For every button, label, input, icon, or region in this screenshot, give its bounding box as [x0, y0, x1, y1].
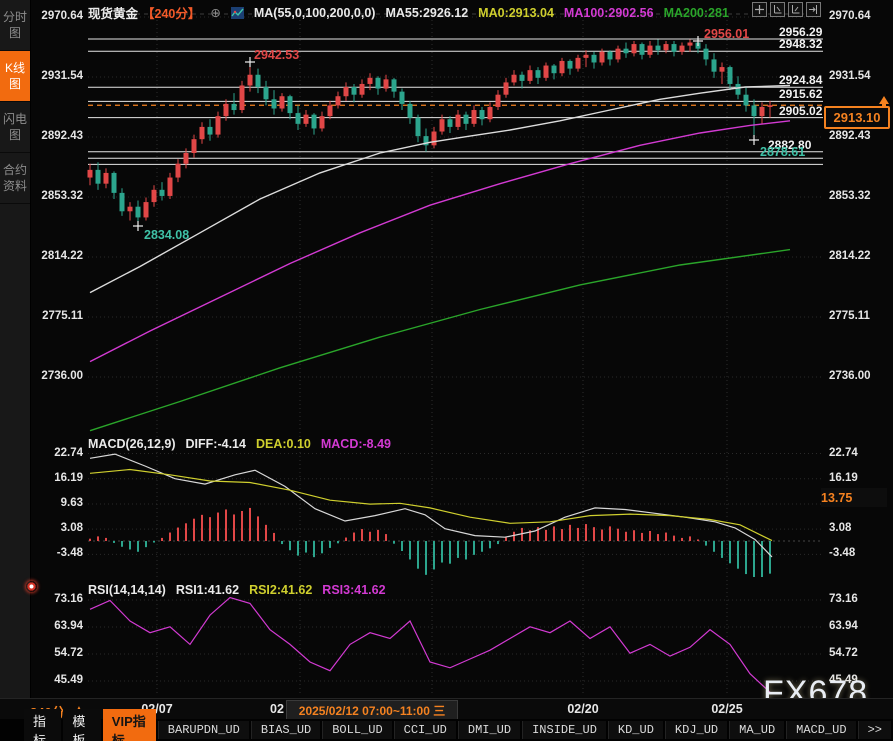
- toolbar-button-vip-[interactable]: VIP指标: [103, 709, 156, 741]
- axis-label: 2814.22: [829, 250, 871, 262]
- axis-label: 2970.64: [829, 10, 871, 22]
- axis-zoom-right-icon[interactable]: [788, 2, 803, 17]
- axis-label: 63.94: [29, 620, 83, 632]
- toolbar-button-inside-ud[interactable]: INSIDE_UD: [522, 721, 606, 739]
- ma-settings: MA(55,0,100,200,0,0): [254, 6, 376, 20]
- macd-title: MACD(26,12,9): [88, 437, 176, 451]
- axis-label: 2931.54: [29, 70, 83, 82]
- swing-low-label: 2834.08: [144, 228, 189, 242]
- rsi-header: RSI(14,14,14) RSI1:41.62 RSI2:41.62 RSI3…: [88, 583, 386, 597]
- axis-label: 73.16: [829, 593, 858, 605]
- toolbar-button-bias-ud[interactable]: BIAS_UD: [251, 721, 320, 739]
- toolbar-button--[interactable]: 模板: [63, 709, 100, 741]
- price-alert-icon[interactable]: [879, 96, 889, 104]
- period-label: 【240分】: [142, 3, 200, 22]
- price-line-label: 2924.84: [779, 73, 822, 87]
- ma200-value: MA200:281: [664, 6, 729, 20]
- time-axis-date: 02/25: [711, 702, 742, 716]
- axis-label: 2775.11: [29, 310, 83, 322]
- macd-diff-value: DIFF:-4.14: [186, 437, 246, 451]
- ma100-value: MA100:2902.56: [564, 6, 654, 20]
- toolbar-button-kdj-ud[interactable]: KDJ_UD: [665, 721, 727, 739]
- swing-high-label-1: 2942.53: [254, 48, 299, 62]
- axis-label: 2970.64: [29, 10, 83, 22]
- axis-label: 3.08: [829, 522, 851, 534]
- toolbar-button-ma-ud[interactable]: MA_UD: [729, 721, 784, 739]
- toolbar-button-barupdn-ud[interactable]: BARUPDN_UD: [158, 721, 249, 739]
- toolbar-button-macd-ud[interactable]: MACD_UD: [786, 721, 855, 739]
- axis-label: 2853.32: [29, 190, 83, 202]
- axis-label: 73.16: [29, 593, 83, 605]
- time-axis-date: 02: [270, 702, 284, 716]
- support-line-label-teal: 2878.61: [760, 145, 805, 159]
- macd-value-badge: 13.75: [821, 488, 887, 507]
- axis-label: -3.48: [829, 547, 855, 559]
- chart-style-icon[interactable]: [231, 7, 244, 19]
- live-indicator-icon: [26, 581, 37, 592]
- axis-label: 45.49: [29, 674, 83, 686]
- axis-label: 2892.43: [829, 130, 871, 142]
- toolbar-button-kd-ud[interactable]: KD_UD: [608, 721, 663, 739]
- axis-label: 2814.22: [29, 250, 83, 262]
- axis-label: 2736.00: [829, 370, 871, 382]
- chart-tools: [752, 2, 821, 17]
- axis-label: 2736.00: [29, 370, 83, 382]
- rsi3-value: RSI3:41.62: [322, 583, 385, 597]
- axis-label: 54.72: [29, 647, 83, 659]
- pan-right-icon[interactable]: [806, 2, 821, 17]
- axis-label: 2775.11: [829, 310, 870, 322]
- toolbar-button-cci-ud[interactable]: CCI_UD: [394, 721, 456, 739]
- macd-header: MACD(26,12,9) DIFF:-4.14 DEA:0.10 MACD:-…: [88, 437, 391, 451]
- axis-zoom-left-icon[interactable]: [770, 2, 785, 17]
- toolbar-button--[interactable]: 指标: [24, 709, 61, 741]
- chart-header: 现货黄金 【240分】 ⊕ MA(55,0,100,200,0,0) MA55:…: [88, 3, 729, 22]
- swing-high-label-2: 2956.01: [704, 27, 749, 41]
- rsi-title: RSI(14,14,14): [88, 583, 166, 597]
- price-line-label: 2905.02: [779, 104, 822, 118]
- axis-label: -3.48: [29, 547, 83, 559]
- axis-label: 2853.32: [829, 190, 871, 202]
- macd-macd-value: MACD:-8.49: [321, 437, 391, 451]
- toolbar-button-dmi-ud[interactable]: DMI_UD: [458, 721, 520, 739]
- axis-label: 9.63: [29, 497, 83, 509]
- axis-label: 2892.43: [29, 130, 83, 142]
- axis-label: 3.08: [29, 522, 83, 534]
- toolbar-button-boll-ud[interactable]: BOLL_UD: [322, 721, 391, 739]
- toolbar-button--[interactable]: >>: [858, 721, 891, 739]
- axis-label: 54.72: [829, 647, 858, 659]
- indicator-toolbar: 指标模板VIP指标BARUPDN_UDBIAS_UDBOLL_UDCCI_UDD…: [0, 719, 893, 741]
- axis-label: 16.19: [29, 472, 83, 484]
- app-window: 分时图 K线图 闪电图 合约资料 现货黄金 【240分】 ⊕ MA(55,0,1…: [0, 0, 893, 741]
- price-line-label: 2948.32: [779, 37, 822, 51]
- circle-plus-icon[interactable]: ⊕: [210, 5, 220, 20]
- price-line-label: 2915.62: [779, 87, 822, 101]
- axis-label: 16.19: [829, 472, 858, 484]
- ma0-value: MA0:2913.04: [478, 6, 554, 20]
- axis-label: 2931.54: [829, 70, 871, 82]
- axis-label: 63.94: [829, 620, 858, 632]
- current-price-badge: 2913.10: [824, 106, 890, 129]
- axis-label: 22.74: [29, 447, 83, 459]
- rsi1-value: RSI1:41.62: [176, 583, 239, 597]
- time-axis-date: 02/20: [567, 702, 598, 716]
- symbol-name: 现货黄金: [88, 3, 138, 22]
- axis-label: 22.74: [829, 447, 858, 459]
- macd-dea-value: DEA:0.10: [256, 437, 311, 451]
- rsi2-value: RSI2:41.62: [249, 583, 312, 597]
- crosshair-tool-icon[interactable]: [752, 2, 767, 17]
- ma55-value: MA55:2926.12: [385, 6, 468, 20]
- crosshair-time-tooltip: 2025/02/12 07:00~11:00 三: [286, 700, 458, 720]
